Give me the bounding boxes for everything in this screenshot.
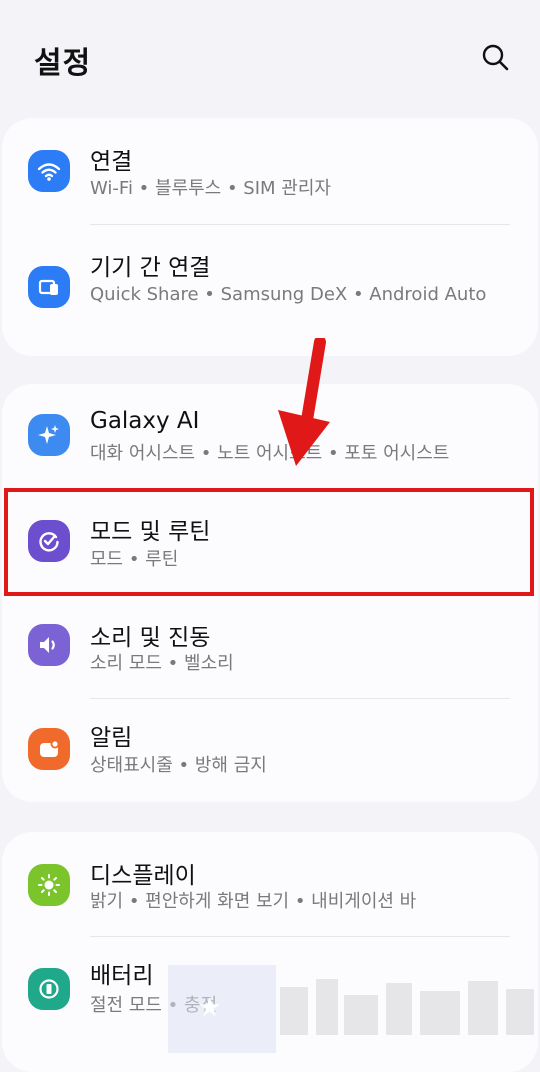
highlight-box [4,488,534,596]
item-title: 소리 및 진동 [90,625,211,651]
item-title: 알림 [90,725,133,751]
item-subtitle: Quick Share • Samsung DeX • Android Auto [90,284,487,305]
item-title: 배터리 [90,963,154,989]
settings-item-connections[interactable]: 연결 Wi-Fi • 블루투스 • SIM 관리자 [2,118,538,224]
brightness-icon [28,864,70,906]
app-header: 설정 [0,0,540,118]
search-button[interactable] [478,40,514,76]
settings-item-sounds-vibration[interactable]: 소리 및 진동 소리 모드 • 벨소리 [2,592,538,698]
battery-icon [28,968,70,1010]
item-subtitle: 밝기 • 편안하게 화면 보기 • 내비게이션 바 [90,891,417,912]
search-icon [482,44,509,71]
device-connect-icon [28,266,70,308]
settings-item-display[interactable]: 디스플레이 밝기 • 편안하게 화면 보기 • 내비게이션 바 [2,832,538,936]
item-title: 디스플레이 [90,863,196,889]
settings-item-connected-devices[interactable]: 기기 간 연결 Quick Share • Samsung DeX • Andr… [2,224,538,356]
notification-icon [28,728,70,770]
speaker-icon [28,624,70,666]
item-subtitle: 소리 모드 • 벨소리 [90,653,234,674]
item-title: 연결 [90,149,133,175]
item-subtitle: 상태표시줄 • 방해 금지 [90,755,267,776]
wifi-icon [28,150,70,192]
item-subtitle: Wi-Fi • 블루투스 • SIM 관리자 [90,178,331,199]
pointer-arrow [278,338,330,466]
settings-item-notifications[interactable]: 알림 상태표시줄 • 방해 금지 [2,698,538,802]
settings-group-connections: 연결 Wi-Fi • 블루투스 • SIM 관리자 기기 간 연결 Quick … [2,118,538,356]
item-title: 기기 간 연결 [90,255,211,281]
star-icon: ★ [198,993,222,1023]
item-title: Galaxy AI [90,408,200,434]
page-title: 설정 [34,46,92,81]
sparkle-icon [28,414,70,456]
watermark-overlay: ★ [168,965,538,1053]
watermark-box [168,965,276,1053]
